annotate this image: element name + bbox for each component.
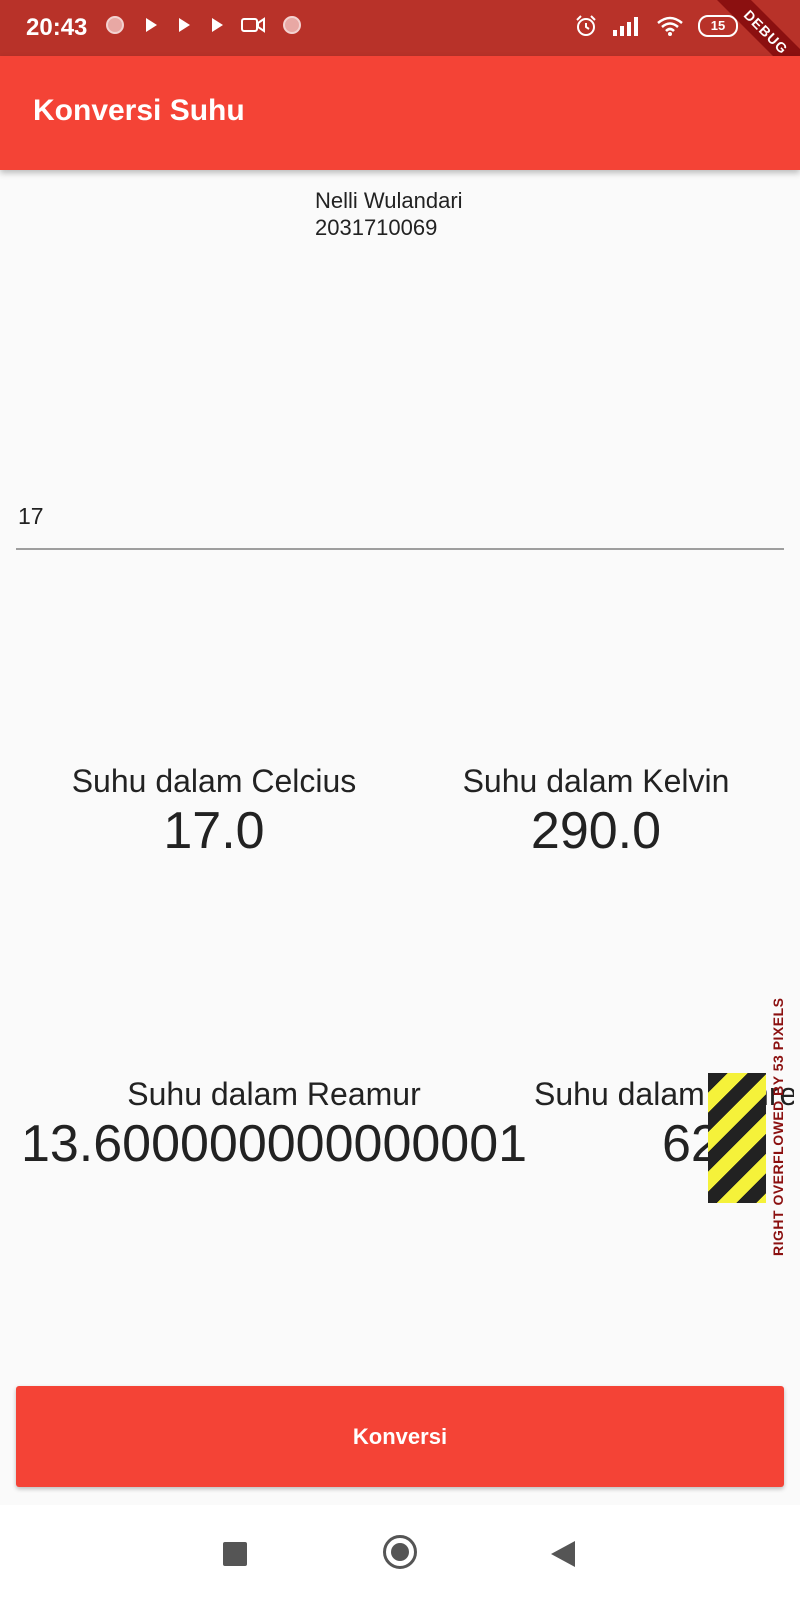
home-circle-icon[interactable] xyxy=(383,1535,417,1569)
overflow-warning-text: RIGHT OVERFLOWED BY 53 PIXELS xyxy=(770,997,786,1256)
overflow-indicator xyxy=(708,1073,766,1203)
back-triangle-icon[interactable] xyxy=(551,1541,575,1567)
alarm-icon xyxy=(576,15,596,36)
signal-icon xyxy=(613,17,638,36)
app-bar: Konversi Suhu xyxy=(0,56,800,170)
celcius-value: 17.0 xyxy=(163,802,265,860)
status-bar: 20:43 15 DEBUG xyxy=(0,0,800,90)
play-icon xyxy=(179,18,190,32)
reamur-value: 13.600000000000001 xyxy=(20,1115,528,1173)
student-info: Nelli Wulandari 2031710069 xyxy=(315,187,463,241)
record-dot-icon xyxy=(283,16,301,34)
result-kelvin: Suhu dalam Kelvin 290.0 xyxy=(440,761,752,861)
status-left-icons xyxy=(106,16,301,34)
battery-icon: 15 xyxy=(698,15,738,37)
result-celcius: Suhu dalam Celcius 17.0 xyxy=(52,761,376,861)
status-time: 20:43 xyxy=(26,14,88,41)
navigation-bar xyxy=(0,1505,800,1600)
kelvin-value: 290.0 xyxy=(530,802,662,860)
video-call-icon xyxy=(241,17,265,33)
play-icon xyxy=(146,18,157,32)
kelvin-label: Suhu dalam Kelvin xyxy=(462,763,730,799)
celcius-label: Suhu dalam Celcius xyxy=(71,763,357,799)
student-id: 2031710069 xyxy=(315,215,438,240)
page-title: Konversi Suhu xyxy=(33,94,245,127)
reamur-label: Suhu dalam Reamur xyxy=(127,1076,421,1112)
record-dot-icon xyxy=(106,16,124,34)
convert-button[interactable]: Konversi xyxy=(16,1386,784,1487)
wifi-icon xyxy=(657,16,683,36)
play-icon xyxy=(212,18,223,32)
recents-square-icon[interactable] xyxy=(223,1542,247,1566)
temperature-input[interactable] xyxy=(16,470,784,550)
student-name: Nelli Wulandari xyxy=(315,188,463,213)
result-reamur: Suhu dalam Reamur 13.600000000000001 xyxy=(16,1074,532,1174)
